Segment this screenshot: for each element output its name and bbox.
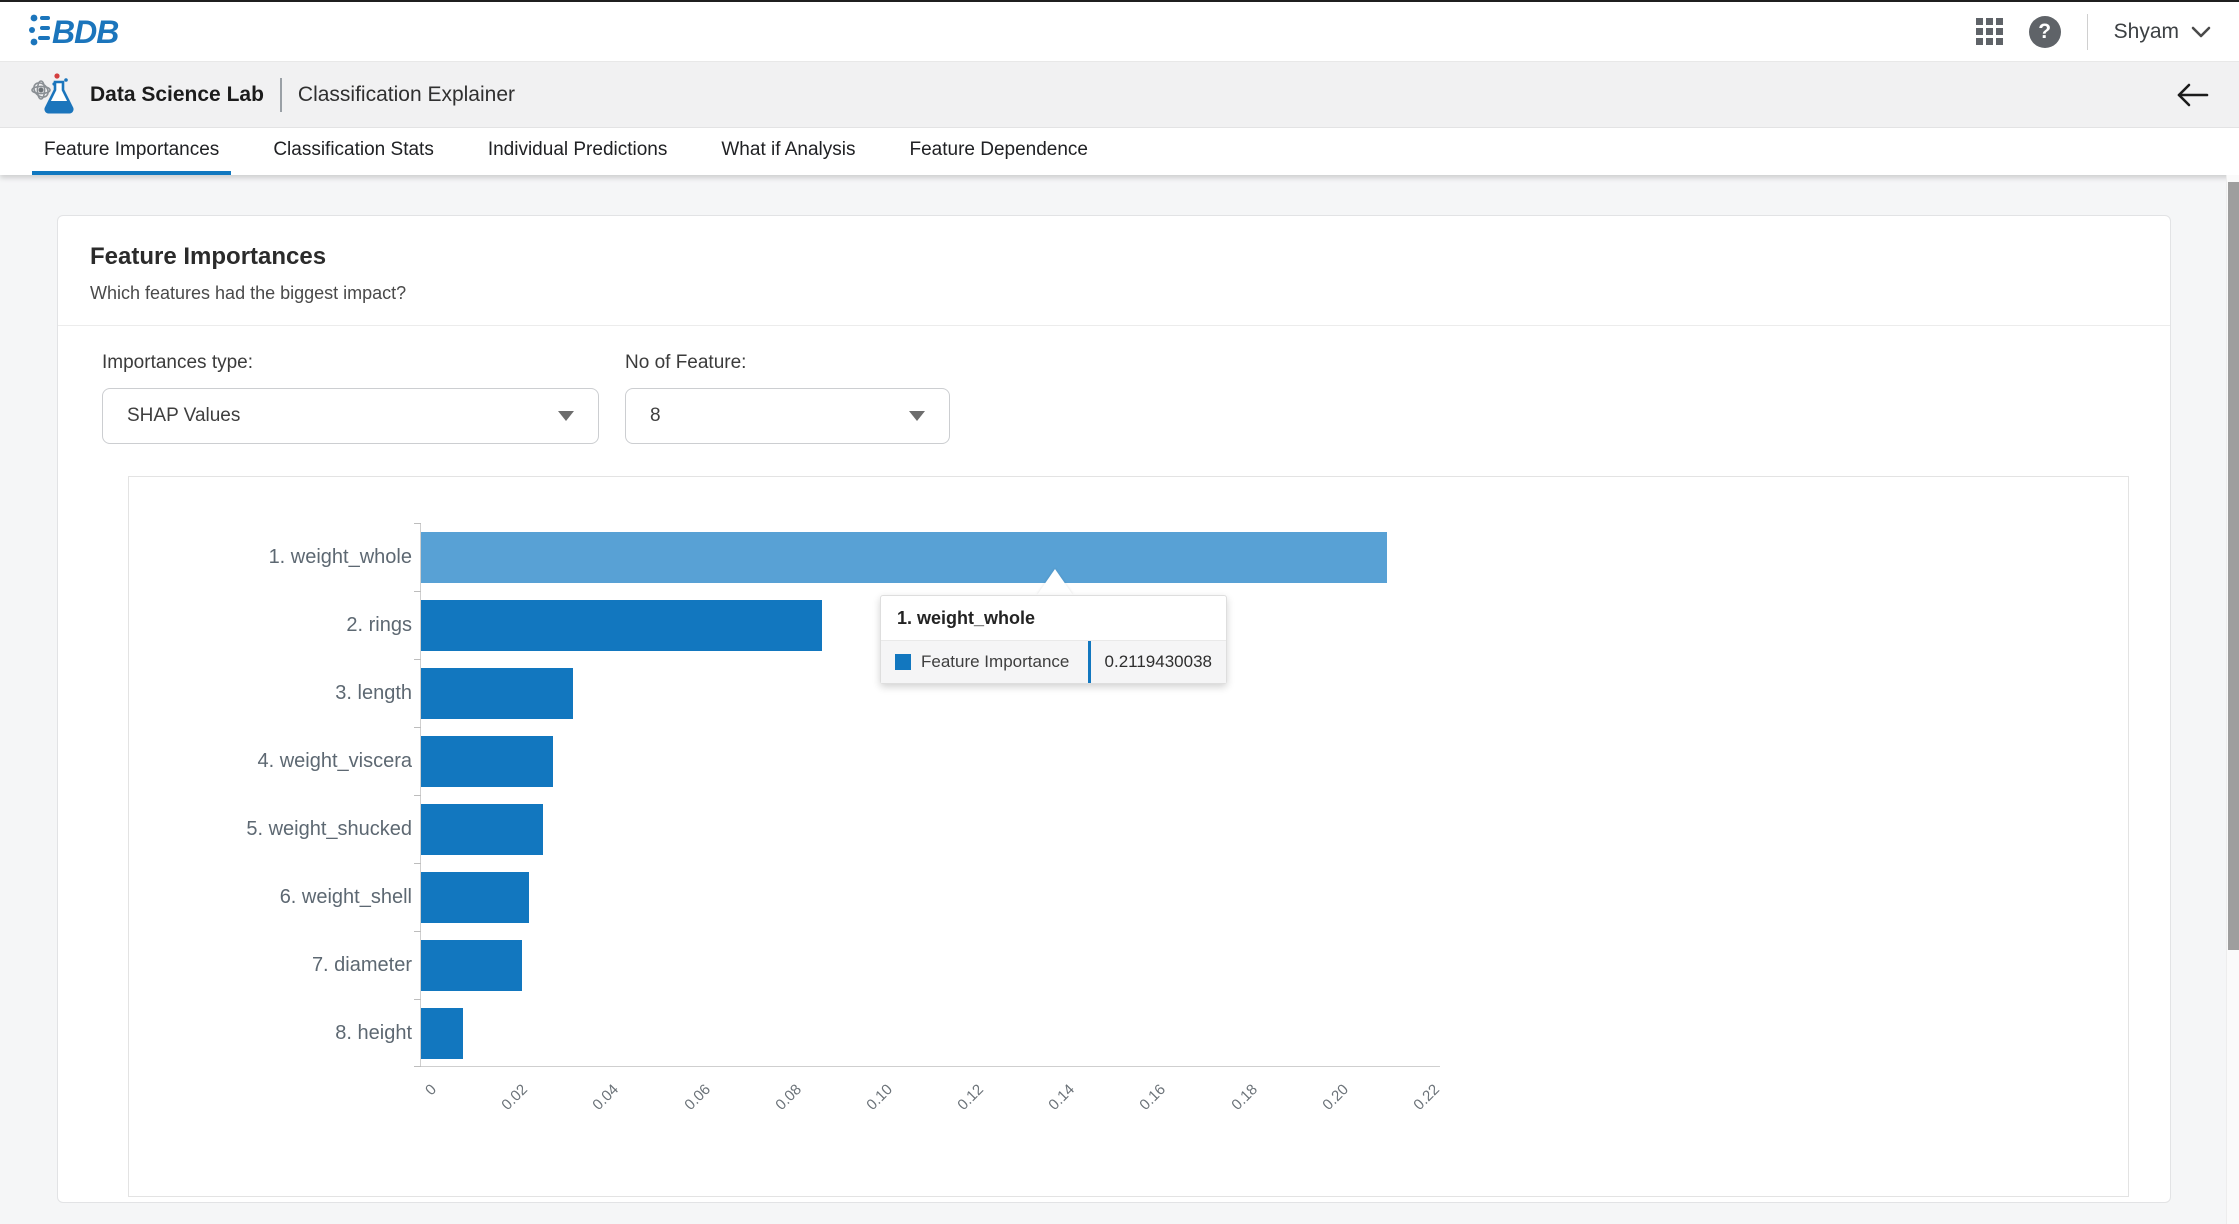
bar-label: 4. weight_viscera	[129, 736, 412, 787]
bar-5-weight_shucked[interactable]	[421, 804, 543, 855]
bar-label: 6. weight_shell	[129, 872, 412, 923]
x-axis-tick-label: 0.10	[863, 1081, 896, 1114]
no-of-feature-select[interactable]: 8	[625, 388, 950, 444]
importances-type-value: SHAP Values	[127, 405, 240, 427]
feature-importances-card: Feature Importances Which features had t…	[57, 215, 2171, 1203]
tooltip-series-label: Feature Importance	[921, 652, 1069, 672]
bar-1-weight_whole[interactable]	[421, 532, 1387, 583]
header-divider	[280, 78, 282, 112]
x-axis-tick-label: 0.22	[1410, 1081, 1443, 1114]
x-axis-line	[420, 1066, 1440, 1067]
x-axis-tick-label: 0.04	[590, 1081, 623, 1114]
x-axis-tick-label: 0.02	[499, 1081, 532, 1114]
tab-feature-importances[interactable]: Feature Importances	[32, 128, 231, 175]
bar-label: 2. rings	[129, 600, 412, 651]
importances-type-label: Importances type:	[102, 352, 599, 374]
y-axis-tick	[414, 659, 421, 660]
tab-feature-dependence[interactable]: Feature Dependence	[897, 128, 1100, 175]
app-name: Data Science Lab	[90, 83, 264, 107]
x-axis-tick-label: 0.16	[1137, 1081, 1170, 1114]
bar-7-diameter[interactable]	[421, 940, 522, 991]
page-title: Classification Explainer	[298, 83, 515, 107]
bar-8-height[interactable]	[421, 1008, 463, 1059]
user-name: Shyam	[2114, 20, 2179, 44]
tooltip: 1. weight_whole Feature Importance 0.211…	[880, 595, 1227, 684]
tooltip-title: 1. weight_whole	[881, 596, 1226, 641]
y-axis-tick	[414, 523, 421, 524]
card-header: Feature Importances Which features had t…	[58, 216, 2170, 326]
card-subtitle: Which features had the biggest impact?	[90, 283, 2138, 304]
no-of-feature-group: No of Feature: 8	[625, 352, 950, 444]
bar-label: 7. diameter	[129, 940, 412, 991]
chevron-down-icon	[2191, 26, 2211, 38]
main-content: Feature Importances Which features had t…	[0, 175, 2239, 1224]
tab-classification-stats[interactable]: Classification Stats	[261, 128, 446, 175]
bdb-logo-icon: BDB	[28, 10, 132, 54]
y-axis-tick	[414, 999, 421, 1000]
bdb-logo[interactable]: BDB	[28, 10, 132, 54]
y-axis-tick	[414, 591, 421, 592]
x-axis-tick-label: 0.08	[772, 1081, 805, 1114]
tab-individual-predictions[interactable]: Individual Predictions	[476, 128, 680, 175]
tooltip-value: 0.2119430038	[1091, 641, 1226, 683]
importances-type-group: Importances type: SHAP Values	[102, 352, 599, 444]
bar-2-rings[interactable]	[421, 600, 822, 651]
no-of-feature-value: 8	[650, 405, 661, 427]
dropdown-arrow-icon	[558, 411, 574, 421]
x-axis-tick-label: 0.14	[1046, 1081, 1079, 1114]
importances-type-select[interactable]: SHAP Values	[102, 388, 599, 444]
tooltip-caret	[1037, 569, 1073, 595]
bar-label: 1. weight_whole	[129, 532, 412, 583]
bar-label: 5. weight_shucked	[129, 804, 412, 855]
tab-what-if-analysis[interactable]: What if Analysis	[709, 128, 867, 175]
y-axis-tick	[414, 1066, 421, 1067]
help-icon[interactable]: ?	[2029, 16, 2061, 48]
feature-importance-chart: 1. weight_whole 2. rings 3. length 4. weigh…	[128, 476, 2129, 1197]
back-arrow-icon	[2175, 82, 2209, 108]
bar-label: 3. length	[129, 668, 412, 719]
tabs-bar: Feature Importances Classification Stats I…	[0, 128, 2239, 175]
apps-grid-icon[interactable]	[1976, 18, 2003, 45]
topbar-divider	[2087, 14, 2088, 50]
app-header: Data Science Lab Classification Explaine…	[0, 62, 2239, 128]
y-axis-tick	[414, 931, 421, 932]
no-of-feature-label: No of Feature:	[625, 352, 950, 374]
tooltip-row: Feature Importance 0.2119430038	[881, 641, 1226, 683]
y-axis-tick	[414, 727, 421, 728]
x-axis-tick-label: 0.18	[1228, 1081, 1261, 1114]
x-axis-tick-label: 0	[422, 1081, 440, 1099]
dropdown-arrow-icon	[909, 411, 925, 421]
y-axis-tick	[414, 795, 421, 796]
bar-label: 8. height	[129, 1008, 412, 1059]
x-axis-tick-label: 0.06	[681, 1081, 714, 1114]
vertical-scrollbar[interactable]	[2226, 175, 2239, 1224]
lab-flask-icon	[30, 72, 78, 118]
bar-6-weight_shell[interactable]	[421, 872, 529, 923]
card-title: Feature Importances	[90, 243, 2138, 271]
series-swatch	[895, 654, 911, 670]
bar-4-weight_viscera[interactable]	[421, 736, 553, 787]
x-axis-tick-label: 0.20	[1319, 1081, 1352, 1114]
x-axis-tick-label: 0.12	[954, 1081, 987, 1114]
top-edge-line	[0, 0, 2239, 2]
svg-text:BDB: BDB	[52, 14, 118, 50]
bar-3-length[interactable]	[421, 668, 573, 719]
top-bar: BDB ? Shyam	[0, 2, 2239, 62]
user-menu[interactable]: Shyam	[2114, 20, 2211, 44]
y-axis-tick	[414, 863, 421, 864]
chart-controls: Importances type: SHAP Values No of Feat…	[58, 326, 2170, 444]
back-arrow-button[interactable]	[2175, 82, 2209, 108]
scrollbar-thumb[interactable]	[2228, 182, 2239, 950]
